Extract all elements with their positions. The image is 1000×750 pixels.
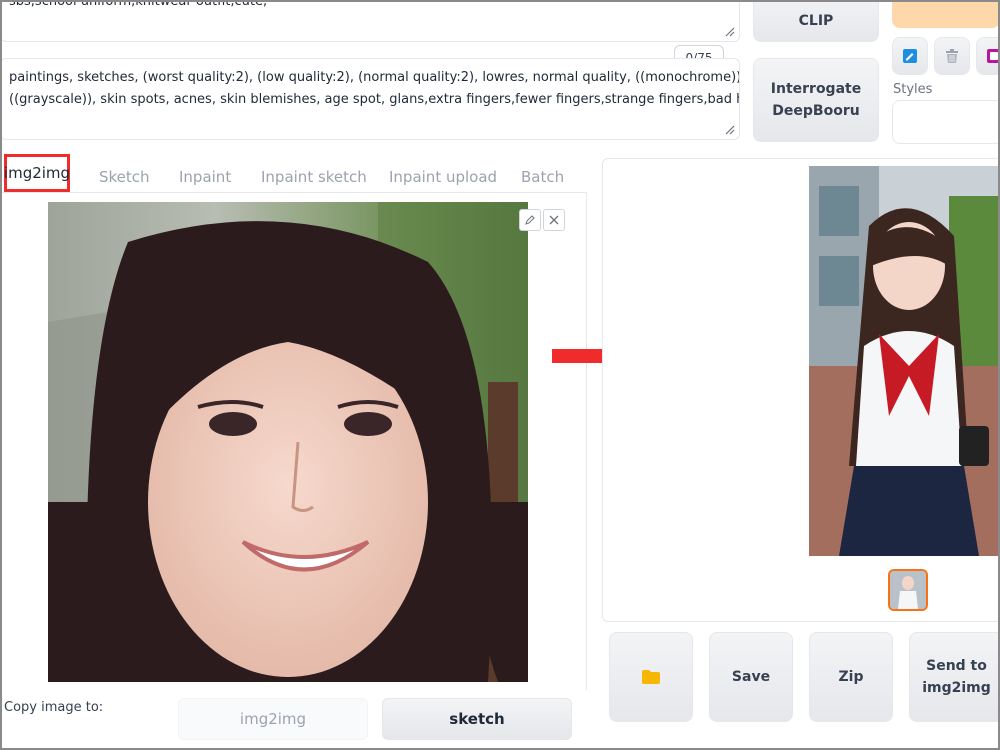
save-button[interactable]: Save bbox=[709, 632, 793, 722]
trash-icon bbox=[946, 49, 958, 63]
edit-square-icon bbox=[903, 49, 917, 63]
interrogate-clip-button[interactable]: CLIP bbox=[753, 0, 879, 42]
clear-prompt-button[interactable] bbox=[934, 37, 970, 75]
interrogate-deepbooru-label: Interrogate DeepBooru bbox=[770, 81, 862, 119]
generate-button[interactable] bbox=[892, 0, 1000, 28]
resize-grip-icon[interactable] bbox=[723, 25, 735, 37]
portrait-photo-left bbox=[48, 202, 528, 682]
zip-label: Zip bbox=[838, 669, 864, 685]
tab-inpaint-upload[interactable]: Inpaint upload bbox=[389, 168, 497, 186]
tab-img2img[interactable]: img2img bbox=[4, 154, 70, 192]
styles-dropdown[interactable] bbox=[892, 100, 1000, 144]
pencil-icon bbox=[525, 215, 535, 225]
input-image[interactable] bbox=[48, 202, 528, 682]
zip-button[interactable]: Zip bbox=[809, 632, 893, 722]
positive-prompt-text: sbs,school uniform,knitwear outfit,cute, bbox=[9, 0, 268, 9]
clear-image-button[interactable] bbox=[543, 209, 565, 231]
save-label: Save bbox=[731, 669, 771, 685]
send-to-img2img-label: Send to img2img bbox=[922, 658, 991, 696]
close-icon bbox=[549, 215, 559, 225]
output-image[interactable] bbox=[809, 166, 998, 556]
portrait-photo-right bbox=[809, 166, 998, 556]
paste-style-button[interactable] bbox=[892, 37, 928, 75]
resize-grip-icon[interactable] bbox=[723, 123, 735, 135]
tab-sketch[interactable]: Sketch bbox=[99, 168, 150, 186]
style-card-icon bbox=[987, 49, 1000, 63]
styles-label: Styles bbox=[893, 82, 933, 97]
interrogate-deepbooru-button[interactable]: Interrogate DeepBooru bbox=[753, 58, 879, 142]
folder-icon bbox=[642, 670, 660, 684]
positive-prompt-textarea[interactable]: sbs,school uniform,knitwear outfit,cute, bbox=[0, 0, 740, 42]
copy-to-img2img-button[interactable]: img2img bbox=[178, 698, 368, 740]
tab-batch[interactable]: Batch bbox=[521, 168, 564, 186]
send-to-img2img-button[interactable]: Send to img2img bbox=[909, 632, 1000, 722]
negative-prompt-textarea[interactable]: paintings, sketches, (worst quality:2), … bbox=[0, 58, 740, 140]
img2img-tab-bar: Sketch Inpaint Inpaint sketch Inpaint up… bbox=[0, 160, 586, 193]
copy-image-label: Copy image to: bbox=[4, 700, 104, 715]
copy-to-sketch-button[interactable]: sketch bbox=[382, 698, 572, 740]
interrogate-clip-label: CLIP bbox=[798, 13, 834, 29]
apply-style-button[interactable] bbox=[976, 37, 1000, 75]
edit-image-button[interactable] bbox=[519, 209, 541, 231]
thumbnail-image bbox=[890, 571, 926, 609]
tab-inpaint[interactable]: Inpaint bbox=[179, 168, 231, 186]
tab-inpaint-sketch[interactable]: Inpaint sketch bbox=[261, 168, 367, 186]
output-thumbnail[interactable] bbox=[888, 569, 928, 611]
negative-prompt-line-2: ((grayscale)), skin spots, acnes, skin b… bbox=[9, 92, 739, 107]
open-folder-button[interactable] bbox=[609, 632, 693, 722]
negative-prompt-line-1: paintings, sketches, (worst quality:2), … bbox=[9, 70, 740, 85]
